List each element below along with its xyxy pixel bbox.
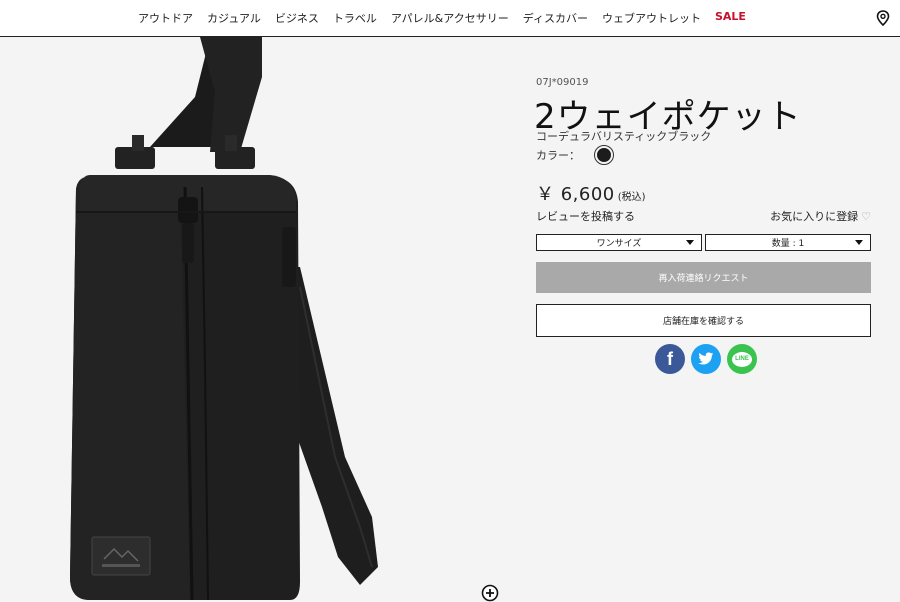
color-swatch-black[interactable] <box>594 145 614 165</box>
top-navigation-bar: アウトドア カジュアル ビジネス トラベル アパレル&アクセサリー ディスカバー… <box>0 0 900 37</box>
main-nav: アウトドア カジュアル ビジネス トラベル アパレル&アクセサリー ディスカバー… <box>138 10 760 26</box>
line-icon: LINE <box>732 351 752 367</box>
color-name: コーデュラバリスティックブラック <box>536 130 712 143</box>
chevron-down-icon <box>855 240 863 245</box>
nav-item-casual[interactable]: カジュアル <box>207 10 261 26</box>
heart-icon: ♡ <box>861 209 871 223</box>
zoom-in-icon[interactable] <box>481 584 499 602</box>
facebook-icon: f <box>667 348 673 369</box>
location-pin-icon[interactable] <box>876 10 890 26</box>
nav-item-business[interactable]: ビジネス <box>275 10 319 26</box>
restock-request-button[interactable]: 再入荷連絡リクエスト <box>536 262 871 293</box>
nav-item-discover[interactable]: ディスカバー <box>523 10 588 26</box>
color-selector: カラー： <box>536 145 614 165</box>
quantity-select-value: 数量 : 1 <box>771 239 805 249</box>
chevron-down-icon <box>686 240 694 245</box>
share-buttons: f LINE <box>655 344 757 374</box>
size-select-value: ワンサイズ <box>596 239 642 249</box>
product-sku: 07J*09019 <box>536 77 589 88</box>
twitter-icon <box>698 352 714 365</box>
product-image[interactable] <box>0 37 520 600</box>
size-select[interactable]: ワンサイズ <box>536 234 702 251</box>
check-store-stock-button[interactable]: 店舗在庫を確認する <box>536 304 871 337</box>
quantity-select[interactable]: 数量 : 1 <box>705 234 871 251</box>
write-review-link[interactable]: レビューを投稿する <box>536 208 635 224</box>
nav-item-outdoor[interactable]: アウトドア <box>138 10 193 26</box>
twitter-share-button[interactable] <box>691 344 721 374</box>
color-swatch-fill <box>597 148 611 162</box>
nav-item-web-outlet[interactable]: ウェブアウトレット <box>602 10 701 26</box>
bag-illustration <box>70 37 378 600</box>
nav-item-apparel[interactable]: アパレル&アクセサリー <box>391 10 509 26</box>
nav-item-travel[interactable]: トラベル <box>333 10 377 26</box>
option-selects: ワンサイズ 数量 : 1 <box>536 234 871 251</box>
product-price: ￥ 6,600 <box>536 184 615 205</box>
nav-item-sale[interactable]: SALE <box>715 10 746 26</box>
tax-note: (税込) <box>617 192 646 203</box>
add-to-favorites-link[interactable]: お気に入りに登録 ♡ <box>770 208 871 224</box>
color-label: カラー： <box>536 149 580 162</box>
facebook-share-button[interactable]: f <box>655 344 685 374</box>
line-share-button[interactable]: LINE <box>727 344 757 374</box>
favorite-label: お気に入りに登録 <box>770 210 859 223</box>
price-row: ￥ 6,600 (税込) <box>536 180 646 206</box>
